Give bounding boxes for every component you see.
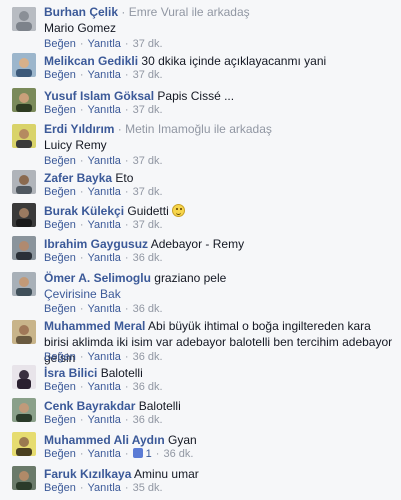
avatar[interactable] (12, 7, 36, 31)
like-link[interactable]: Beğen (44, 69, 76, 81)
avatar[interactable] (12, 320, 36, 344)
avatar[interactable] (12, 432, 36, 456)
comment-item: Zafer Bayka Eto Beğen · Yanıtla · 37 dk. (0, 170, 401, 200)
reply-link[interactable]: Yanıtla (87, 155, 120, 167)
reply-link[interactable]: Yanıtla (87, 69, 120, 81)
thumbs-up-icon (132, 448, 143, 458)
comment-time[interactable]: 36 dk. (133, 303, 163, 315)
like-link[interactable]: Beğen (44, 252, 76, 264)
comment-item: Muhammed Ali Aydın Gyan Beğen · Yanıtla · 1… (0, 432, 401, 462)
comment-time[interactable]: 37 dk. (133, 38, 163, 50)
avatar[interactable] (12, 398, 36, 422)
comment-text: Aminu umar (134, 467, 199, 481)
comment-author[interactable]: Burak Külekçi (44, 204, 124, 218)
comment-item: Burhan Çelik · Emre Vural ile arkadaş Ma… (0, 4, 401, 50)
reply-link[interactable]: Yanıtla (87, 186, 120, 198)
comment-item: Ömer A. Selimoglu graziano pele Çevirisi… (0, 270, 401, 316)
reply-link[interactable]: Yanıtla (87, 351, 120, 363)
comment-item: Burak Külekçi Guidetti Beğen · Yanıtla · 37 … (0, 203, 401, 233)
comment-time[interactable]: 36 dk. (133, 252, 163, 264)
reply-link[interactable]: Yanıtla (87, 448, 120, 460)
friend-link[interactable]: Emre Vural (129, 5, 189, 19)
friend-tag: · Metin Imamoğlu ile arkadaş (114, 122, 272, 136)
comment-text: 30 dkika içinde açıklayacanmı yani (141, 54, 327, 68)
like-link[interactable]: Beğen (44, 303, 76, 315)
avatar[interactable] (12, 170, 36, 194)
comment-time[interactable]: 37 dk. (133, 186, 163, 198)
avatar[interactable] (12, 88, 36, 112)
like-link[interactable]: Beğen (44, 155, 76, 167)
avatar[interactable] (12, 466, 36, 490)
comment-item: İsra Bilici Balotelli Beğen · Yanıtla · 36 d… (0, 365, 401, 395)
like-link[interactable]: Beğen (44, 38, 76, 50)
comment-text: Mario Gomez (44, 21, 117, 35)
comment-thread: Burhan Çelik · Emre Vural ile arkadaş Ma… (0, 0, 401, 500)
like-count[interactable]: 1 (146, 448, 152, 460)
reply-link[interactable]: Yanıtla (87, 219, 120, 231)
like-link[interactable]: Beğen (44, 414, 76, 426)
comment-author[interactable]: Yusuf Islam Göksal (44, 89, 154, 103)
comment-author[interactable]: Ibrahim Gaygusuz (44, 237, 148, 251)
comment-text: Eto (115, 171, 134, 185)
comment-text: Adebayor - Remy (150, 237, 245, 251)
comment-time[interactable]: 37 dk. (133, 219, 163, 231)
comment-item: Erdi Yıldırım · Metin Imamoğlu ile arkad… (0, 121, 401, 167)
comment-author[interactable]: Erdi Yıldırım (44, 122, 114, 136)
comment-author[interactable]: Burhan Çelik (44, 5, 118, 19)
reply-link[interactable]: Yanıtla (87, 303, 120, 315)
comment-time[interactable]: 37 dk. (133, 104, 163, 116)
avatar[interactable] (12, 53, 36, 77)
comment-author[interactable]: İsra Bilici (44, 366, 97, 380)
comment-item: Faruk Kızılkaya Aminu umar Beğen · Yanıtla… (0, 466, 401, 496)
comment-time[interactable]: 35 dk. (133, 482, 163, 494)
comment-author[interactable]: Cenk Bayrakdar (44, 399, 135, 413)
comment-item: Cenk Bayrakdar Balotelli Beğen · Yanıtla · 3… (0, 398, 401, 428)
friend-tag: · Emre Vural ile arkadaş (118, 5, 250, 19)
reply-link[interactable]: Yanıtla (87, 482, 120, 494)
comment-item: Ibrahim Gaygusuz Adebayor - Remy Beğen · Y… (0, 236, 401, 266)
comment-author[interactable]: Melikcan Gedikli (44, 54, 138, 68)
comment-text: Papis Cissé ... (157, 89, 235, 103)
comment-text: Guidetti (127, 204, 169, 218)
comment-time[interactable]: 36 dk. (133, 351, 163, 363)
comment-author[interactable]: Ömer A. Selimoglu (44, 271, 151, 285)
comment-author[interactable]: Zafer Bayka (44, 171, 112, 185)
comment-time[interactable]: 37 dk. (133, 155, 163, 167)
comment-time[interactable]: 36 dk. (133, 381, 163, 393)
avatar[interactable] (12, 272, 36, 296)
smiley-emoji-icon (172, 204, 186, 217)
reply-link[interactable]: Yanıtla (87, 414, 120, 426)
comment-author[interactable]: Faruk Kızılkaya (44, 467, 131, 481)
translate-link[interactable]: Çevirisine Bak (44, 287, 121, 301)
avatar[interactable] (12, 365, 36, 389)
like-link[interactable]: Beğen (44, 351, 76, 363)
reply-link[interactable]: Yanıtla (87, 381, 120, 393)
reply-link[interactable]: Yanıtla (87, 252, 120, 264)
comment-text: Gyan (168, 433, 197, 447)
comment-author[interactable]: Muhammed Ali Aydın (44, 433, 165, 447)
comment-time[interactable]: 37 dk. (133, 69, 163, 81)
like-link[interactable]: Beğen (44, 448, 76, 460)
comment-item: Yusuf Islam Göksal Papis Cissé ... Beğen… (0, 88, 401, 118)
reply-link[interactable]: Yanıtla (87, 38, 120, 50)
comment-text: graziano pele (154, 271, 227, 285)
comment-text: Balotelli (138, 399, 181, 413)
comment-text: Luicy Remy (44, 138, 107, 152)
like-link[interactable]: Beğen (44, 219, 76, 231)
comment-item: Melikcan Gedikli 30 dkika içinde açıklay… (0, 53, 401, 83)
avatar[interactable] (12, 236, 36, 260)
comment-item: Muhammed Meral Abi büyük ihtimal o boğa … (0, 318, 401, 365)
comment-time[interactable]: 36 dk. (163, 448, 193, 460)
avatar[interactable] (12, 124, 36, 148)
like-link[interactable]: Beğen (44, 381, 76, 393)
like-link[interactable]: Beğen (44, 482, 76, 494)
avatar[interactable] (12, 203, 36, 227)
comment-time[interactable]: 36 dk. (133, 414, 163, 426)
comment-text: Balotelli (100, 366, 143, 380)
like-link[interactable]: Beğen (44, 104, 76, 116)
comment-author[interactable]: Muhammed Meral (44, 319, 145, 333)
friend-link[interactable]: Metin Imamoğlu (125, 122, 210, 136)
like-link[interactable]: Beğen (44, 186, 76, 198)
reply-link[interactable]: Yanıtla (87, 104, 120, 116)
